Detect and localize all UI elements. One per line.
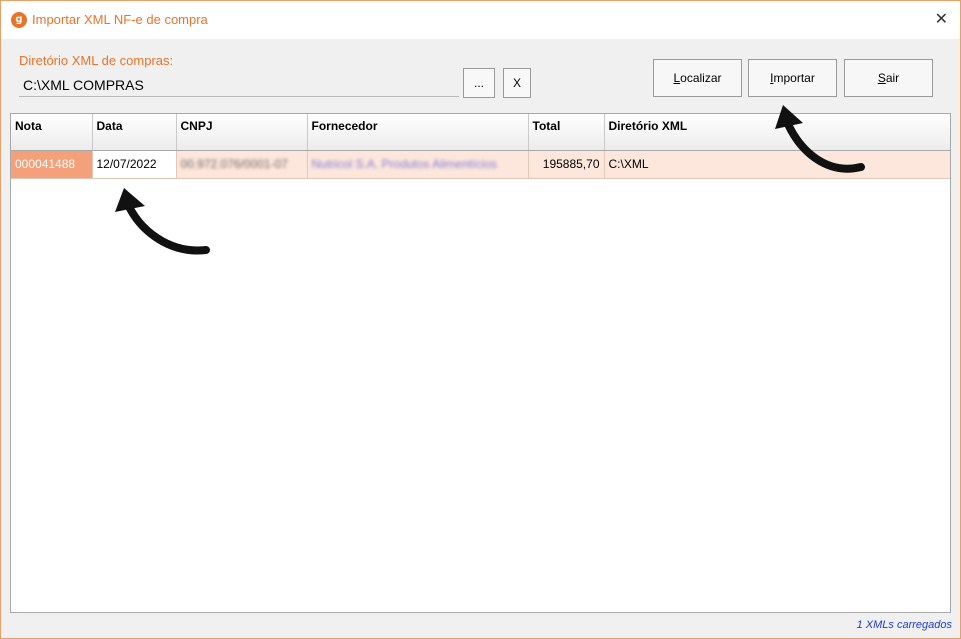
title-bar: g Importar XML NF-e de compra ✕ (1, 1, 960, 39)
localizar-button[interactable]: Localizar (653, 59, 742, 97)
directory-group: Diretório XML de compras: ... X Localiza… (9, 47, 950, 105)
curved-arrow-icon (115, 188, 210, 255)
clear-directory-button[interactable]: X (503, 68, 531, 98)
column-header-fornecedor[interactable]: Fornecedor (307, 114, 529, 151)
curved-arrow-icon (775, 105, 865, 173)
sair-label: air (885, 71, 900, 85)
column-header-data[interactable]: Data (92, 114, 177, 151)
cnpj-value: 00.972.076/0001-07 (180, 157, 288, 171)
cell-total[interactable]: 195885,70 (528, 150, 605, 179)
browse-button[interactable]: ... (463, 68, 495, 98)
window-title: Importar XML NF-e de compra (32, 12, 208, 27)
directory-label: Diretório XML de compras: (19, 53, 174, 68)
app-logo-icon: g (11, 12, 27, 28)
import-dialog: g Importar XML NF-e de compra ✕ Diretóri… (0, 0, 961, 639)
column-header-total[interactable]: Total (528, 114, 605, 151)
directory-input[interactable] (19, 73, 459, 97)
fornecedor-value: Nutricol S.A. Produtos Alimentícios (311, 157, 497, 171)
cell-fornecedor[interactable]: Nutricol S.A. Produtos Alimentícios (307, 150, 529, 179)
cell-nota[interactable]: 000041488 (11, 150, 93, 179)
localizar-label: ocalizar (680, 71, 722, 85)
importar-label: mportar (773, 71, 815, 85)
status-text: 1 XMLs carregados (856, 619, 952, 631)
column-header-cnpj[interactable]: CNPJ (176, 114, 308, 151)
sair-accel: S (877, 71, 886, 85)
sair-button[interactable]: Sair (844, 59, 933, 97)
column-header-nota[interactable]: Nota (11, 114, 93, 151)
cell-cnpj[interactable]: 00.972.076/0001-07 (176, 150, 308, 179)
cell-data[interactable]: 12/07/2022 (92, 150, 177, 179)
close-icon[interactable]: ✕ (935, 9, 948, 28)
importar-button[interactable]: Importar (748, 59, 837, 97)
